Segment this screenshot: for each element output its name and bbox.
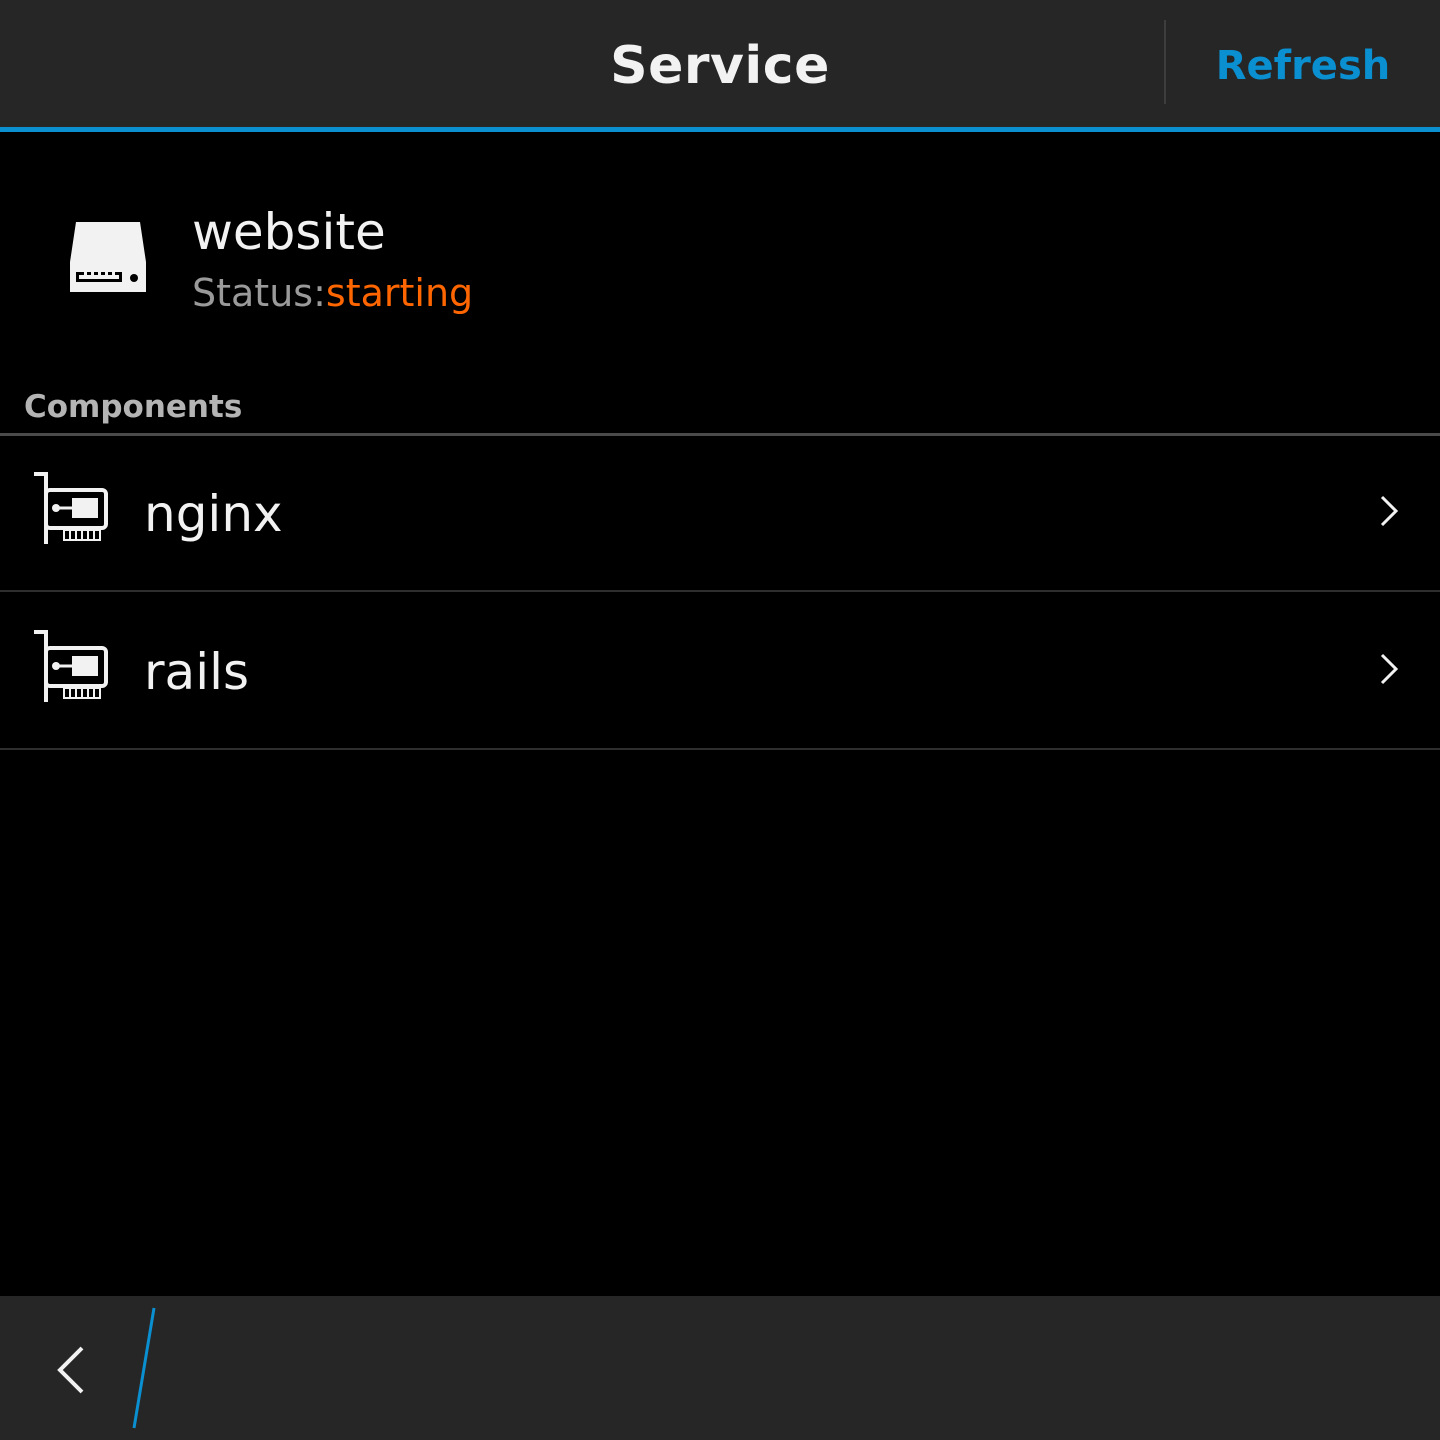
service-status: Status:starting: [192, 268, 473, 318]
refresh-button[interactable]: Refresh: [1166, 0, 1440, 127]
component-item-rails[interactable]: rails: [0, 594, 1440, 750]
component-label: rails: [144, 643, 250, 701]
chevron-right-icon: [1380, 495, 1399, 527]
row-divider: [0, 590, 1440, 592]
chevron-right-icon: [1380, 653, 1399, 685]
components-section-title: Components: [24, 389, 243, 425]
service-header: website Status:starting: [0, 132, 1440, 372]
server-icon: [70, 222, 146, 292]
service-screen: Service Refresh website Status:starting …: [0, 0, 1440, 1440]
status-value: starting: [325, 271, 474, 315]
component-label: nginx: [144, 485, 283, 543]
component-item-nginx[interactable]: nginx: [0, 436, 1440, 592]
action-bar: [0, 1296, 1440, 1440]
action-bar-slash-divider: [132, 1307, 156, 1429]
back-arrow-icon[interactable]: [30, 1326, 120, 1416]
row-divider: [0, 748, 1440, 750]
service-name: website: [192, 203, 386, 261]
component-card-icon: [34, 630, 108, 702]
status-label: Status:: [192, 271, 326, 315]
component-card-icon: [34, 472, 108, 544]
